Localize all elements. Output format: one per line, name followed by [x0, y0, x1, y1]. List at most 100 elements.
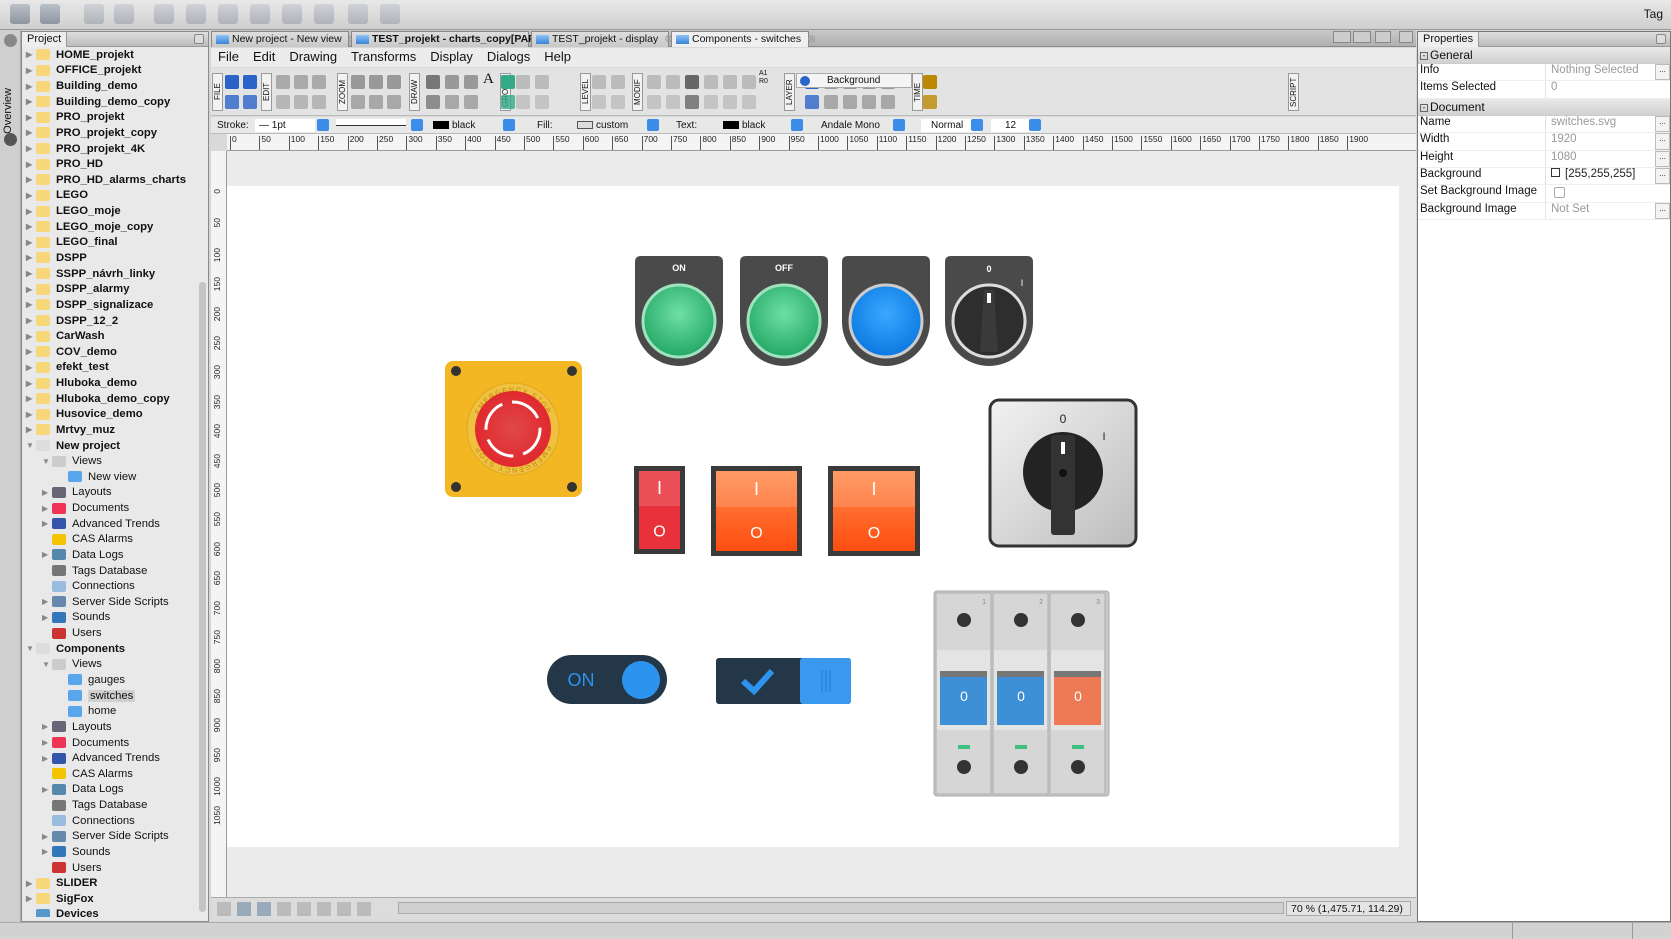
tab-next-icon[interactable] [1353, 31, 1371, 43]
screen-icon[interactable] [154, 4, 174, 24]
redo-alt-icon[interactable] [243, 95, 257, 109]
collapsed-arrow-icon[interactable]: ▶ [42, 832, 52, 841]
tree-item[interactable]: gauges [58, 672, 125, 688]
edit-button[interactable]: ... [1655, 202, 1670, 220]
mirror-icon[interactable] [723, 75, 737, 89]
rotate-alt-icon[interactable] [742, 95, 756, 109]
zoom-fit-alt-icon[interactable] [387, 95, 401, 109]
tree-item[interactable]: ▶ SLIDER [26, 875, 97, 891]
download-icon[interactable] [114, 4, 134, 24]
font-spinner[interactable] [893, 119, 905, 131]
flip-icon[interactable] [704, 75, 718, 89]
redo-icon[interactable] [243, 75, 257, 89]
collapsed-arrow-icon[interactable]: ▶ [26, 222, 36, 231]
panel-restore-icon[interactable] [194, 34, 204, 44]
tree-item[interactable]: ▶ Data Logs [42, 782, 124, 798]
emergency-stop-button[interactable]: EMERGENCY STOP EMERGENCY STOP [445, 361, 582, 497]
ellipse-icon[interactable] [464, 75, 478, 89]
copy-alt-icon[interactable] [294, 95, 308, 109]
expanded-arrow-icon[interactable]: ▼ [26, 644, 36, 653]
tree-item[interactable]: ▶ LEGO [26, 188, 88, 204]
breaker-pole[interactable]: 10 [935, 592, 992, 795]
stroke-style-select[interactable] [336, 119, 406, 126]
tree-item[interactable]: ▶ Building_demo [26, 78, 138, 94]
collapsed-arrow-icon[interactable]: ▶ [26, 316, 36, 325]
checkbox-toggle[interactable] [716, 658, 851, 704]
tree-item[interactable]: ▶ HOME_projekt [26, 47, 134, 63]
toolbar-group-time[interactable]: TIME [912, 73, 923, 111]
edit-button[interactable]: ... [1655, 115, 1670, 133]
move-icon[interactable] [685, 75, 699, 89]
tree-item[interactable]: ▶ COV_demo [26, 344, 117, 360]
close-tab-icon[interactable]: ⊗ [807, 33, 816, 45]
properties-tab[interactable]: Properties [1418, 32, 1480, 47]
overview-tab[interactable]: Overview [2, 88, 14, 134]
collapsed-arrow-icon[interactable]: ▶ [42, 597, 52, 606]
collapsed-arrow-icon[interactable]: ▶ [42, 754, 52, 763]
collapsed-arrow-icon[interactable]: ▶ [26, 238, 36, 247]
pushbutton[interactable]: ON [635, 256, 723, 366]
ellipse-alt-icon[interactable] [464, 95, 478, 109]
tree-item[interactable]: ▶ CarWash [26, 328, 105, 344]
layer-select[interactable]: Background [796, 73, 912, 88]
tree-item[interactable]: ▶ Advanced Trends [42, 516, 160, 532]
pushbutton[interactable]: OFF [740, 256, 828, 366]
undo-icon[interactable] [225, 75, 239, 89]
cut-icon[interactable] [276, 75, 290, 89]
save-all-icon[interactable] [40, 4, 60, 24]
tree-item[interactable]: ▶ DSPP_12_2 [26, 313, 118, 329]
ungroup-alt-icon[interactable] [535, 95, 549, 109]
move-alt-icon[interactable] [685, 95, 699, 109]
collapsed-arrow-icon[interactable]: ▶ [26, 144, 36, 153]
flip-alt-icon[interactable] [704, 95, 718, 109]
cut-alt-icon[interactable] [276, 95, 290, 109]
copy-screen-icon[interactable] [218, 4, 238, 24]
minus-alt-icon[interactable] [824, 95, 838, 109]
plus-alt-icon[interactable] [805, 95, 819, 109]
grid-icon[interactable] [277, 902, 291, 916]
line-icon[interactable] [426, 75, 440, 89]
collapsed-arrow-icon[interactable]: ▶ [42, 504, 52, 513]
menu-dialogs[interactable]: Dialogs [480, 48, 537, 67]
tree-item[interactable]: CAS Alarms [42, 532, 133, 548]
collapsed-arrow-icon[interactable]: ▶ [26, 879, 36, 888]
tab-prev-icon[interactable] [1333, 31, 1351, 43]
raise-alt-icon[interactable] [592, 95, 606, 109]
duplicate-icon[interactable] [380, 4, 400, 24]
toolbar-group-draw[interactable]: DRAW [409, 73, 420, 111]
paste-alt-icon[interactable] [312, 95, 326, 109]
tree-item[interactable]: ▶ DSPP_signalizace [26, 297, 153, 313]
tree-item[interactable]: New view [58, 469, 136, 485]
collapsed-arrow-icon[interactable]: ▶ [26, 113, 36, 122]
rocker-switch[interactable]: IO [711, 466, 802, 556]
lower-icon[interactable] [611, 75, 625, 89]
menu-edit[interactable]: Edit [246, 48, 282, 67]
tree-item[interactable]: ▶ DSPP_alarmy [26, 281, 129, 297]
select-tool-icon[interactable] [217, 902, 231, 916]
expanded-arrow-icon[interactable]: ▼ [42, 660, 52, 669]
collapsed-arrow-icon[interactable]: ▶ [26, 300, 36, 309]
property-value[interactable]: 1080 [1546, 151, 1655, 167]
tree-item[interactable]: Connections [42, 578, 135, 594]
collapsed-arrow-icon[interactable]: ▶ [26, 207, 36, 216]
stroke-color-select[interactable]: black [433, 119, 475, 132]
copy-icon[interactable] [294, 75, 308, 89]
lower-alt-icon[interactable] [611, 95, 625, 109]
group-alt-icon[interactable] [516, 95, 530, 109]
property-value[interactable]: 0 [1546, 81, 1670, 97]
menu-transforms[interactable]: Transforms [344, 48, 423, 67]
tree-item[interactable]: ▶ DSPP [26, 250, 87, 266]
collapse-icon[interactable]: - [1420, 51, 1428, 60]
collapsed-arrow-icon[interactable]: ▶ [26, 394, 36, 403]
menu-display[interactable]: Display [423, 48, 480, 67]
tree-item[interactable]: ▶ Documents [42, 735, 129, 751]
image-icon[interactable] [501, 75, 515, 89]
rotate-icon[interactable] [742, 75, 756, 89]
collapsed-arrow-icon[interactable]: ▶ [26, 332, 36, 341]
property-value[interactable]: Nothing Selected [1546, 64, 1655, 80]
collapsed-arrow-icon[interactable]: ▶ [26, 253, 36, 262]
tab-list-icon[interactable] [1375, 31, 1391, 43]
tree-item[interactable]: ▶ Hluboka_demo [26, 375, 137, 391]
expanded-arrow-icon[interactable]: ▼ [42, 457, 52, 466]
menu-drawing[interactable]: Drawing [282, 48, 344, 67]
